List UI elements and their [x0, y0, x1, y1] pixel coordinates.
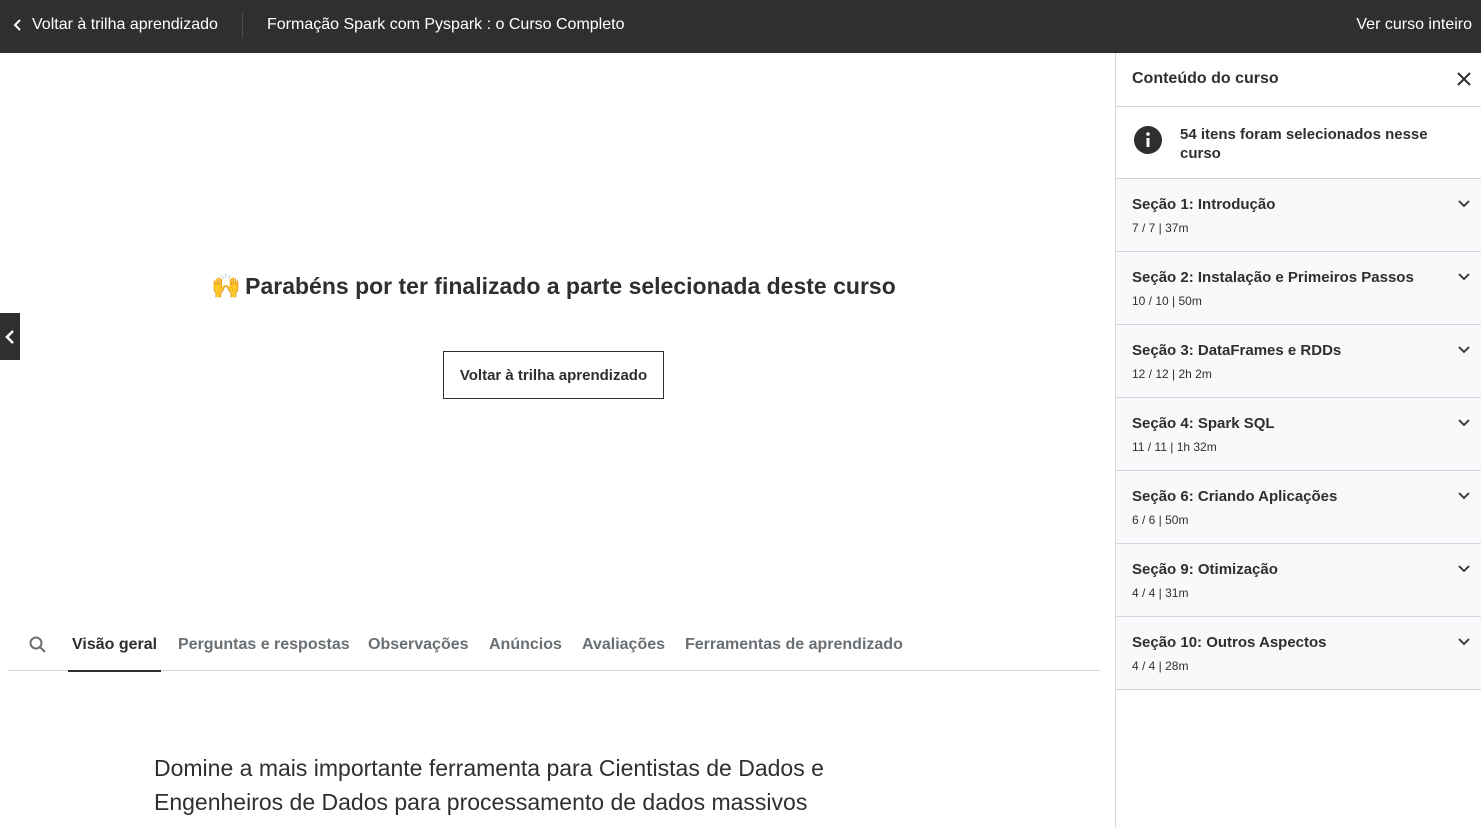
close-icon[interactable]	[1457, 72, 1471, 86]
course-content-sidebar: Conteúdo do curso 54 itens foram selecio…	[1115, 53, 1481, 827]
section-item[interactable]: Seção 2: Instalação e Primeiros Passos 1…	[1116, 252, 1481, 325]
section-title: Seção 3: DataFrames e RDDs	[1132, 342, 1342, 359]
tab-learning-tools[interactable]: Ferramentas de aprendizado	[685, 619, 903, 671]
raising-hands-icon: 🙌	[211, 273, 242, 300]
back-to-learning-path-link[interactable]: Voltar à trilha aprendizado	[12, 0, 218, 50]
section-meta: 6 / 6 | 50m	[1132, 513, 1189, 527]
sidebar-title: Conteúdo do curso	[1132, 70, 1279, 87]
chevron-down-icon	[1458, 492, 1470, 500]
section-item[interactable]: Seção 1: Introdução 7 / 7 | 37m	[1116, 179, 1481, 252]
completion-heading: 🙌 Parabéns por ter finalizado a parte se…	[0, 272, 1107, 301]
section-title: Seção 6: Criando Aplicações	[1132, 488, 1338, 505]
expand-sidebar-icon	[5, 329, 14, 344]
chevron-down-icon	[1458, 565, 1470, 573]
completion-heading-text: Parabéns por ter finalizado a parte sele…	[245, 273, 896, 299]
chevron-down-icon	[1458, 273, 1470, 281]
section-meta: 7 / 7 | 37m	[1132, 221, 1189, 235]
info-icon	[1134, 126, 1162, 154]
section-item[interactable]: Seção 4: Spark SQL 11 / 11 | 1h 32m	[1116, 398, 1481, 471]
section-title: Seção 9: Otimização	[1132, 561, 1278, 578]
back-link-label: Voltar à trilha aprendizado	[32, 16, 218, 33]
section-title: Seção 10: Outros Aspectos	[1132, 634, 1327, 651]
selection-info-text: 54 itens foram selecionados nesse curso	[1180, 126, 1428, 162]
course-description: Domine a mais importante ferramenta para…	[154, 755, 824, 815]
section-title: Seção 2: Instalação e Primeiros Passos	[1132, 269, 1414, 286]
section-item[interactable]: Seção 10: Outros Aspectos 4 / 4 | 28m	[1116, 617, 1481, 690]
chevron-left-icon	[13, 19, 21, 31]
selection-info-box: 54 itens foram selecionados nesse curso	[1116, 107, 1481, 179]
section-item[interactable]: Seção 6: Criando Aplicações 6 / 6 | 50m	[1116, 471, 1481, 544]
view-full-course-link[interactable]: Ver curso inteiro	[1356, 0, 1472, 50]
tab-announcements[interactable]: Anúncios	[489, 619, 562, 671]
course-tabs: Visão geral Perguntas e respostas Observ…	[8, 619, 1100, 672]
tab-notes[interactable]: Observações	[368, 619, 469, 671]
section-meta: 4 / 4 | 31m	[1132, 586, 1189, 600]
topbar-divider	[242, 12, 243, 38]
main-content: 🙌 Parabéns por ter finalizado a parte se…	[0, 53, 1115, 827]
sidebar-header: Conteúdo do curso	[1116, 53, 1481, 107]
chevron-down-icon	[1458, 200, 1470, 208]
section-meta: 4 / 4 | 28m	[1132, 659, 1189, 673]
section-title: Seção 1: Introdução	[1132, 196, 1276, 213]
section-meta: 11 / 11 | 1h 32m	[1132, 440, 1217, 454]
section-item[interactable]: Seção 9: Otimização 4 / 4 | 31m	[1116, 544, 1481, 617]
top-bar: Voltar à trilha aprendizado Formação Spa…	[0, 0, 1481, 53]
tab-reviews[interactable]: Avaliações	[582, 619, 665, 671]
chevron-down-icon	[1458, 419, 1470, 427]
section-title: Seção 4: Spark SQL	[1132, 415, 1275, 432]
back-to-learning-path-button[interactable]: Voltar à trilha aprendizado	[443, 351, 664, 399]
search-icon[interactable]	[28, 635, 48, 655]
chevron-down-icon	[1458, 346, 1470, 354]
section-item[interactable]: Seção 3: DataFrames e RDDs 12 / 12 | 2h …	[1116, 325, 1481, 398]
course-title: Formação Spark com Pyspark : o Curso Com…	[267, 16, 625, 33]
section-meta: 10 / 10 | 50m	[1132, 294, 1202, 308]
section-meta: 12 / 12 | 2h 2m	[1132, 367, 1212, 381]
expand-sidebar-button[interactable]	[0, 313, 20, 360]
tab-overview[interactable]: Visão geral	[67, 619, 162, 672]
chevron-down-icon	[1458, 638, 1470, 646]
tab-questions-answers[interactable]: Perguntas e respostas	[178, 619, 350, 671]
